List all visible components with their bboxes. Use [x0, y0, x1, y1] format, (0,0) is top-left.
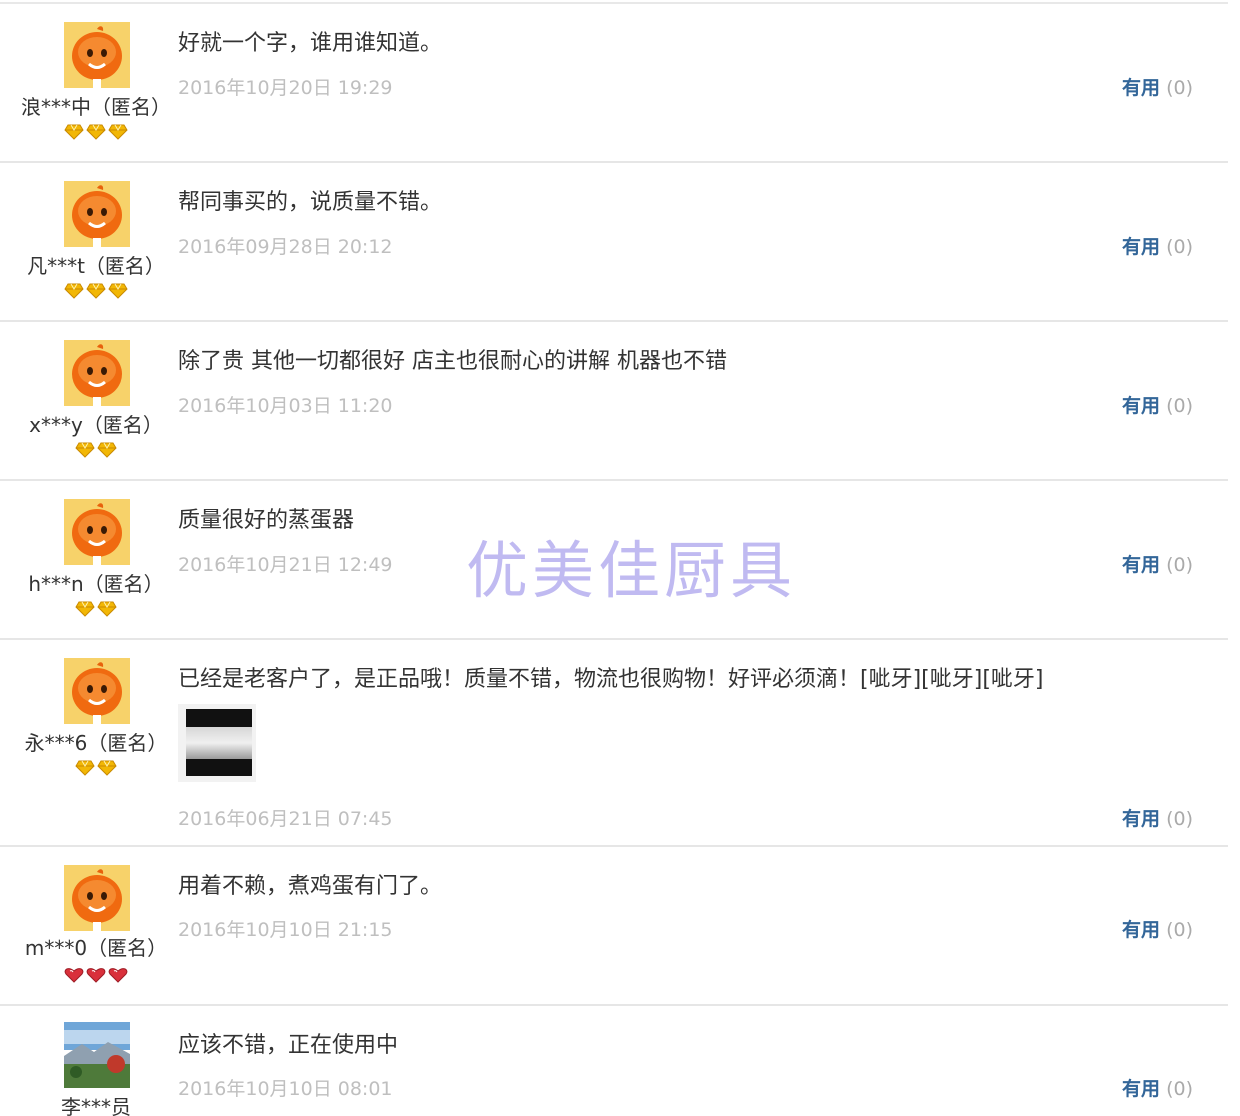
review-text: 帮同事买的，说质量不错。: [178, 190, 443, 215]
useful-count: (0): [1166, 808, 1193, 830]
review-item: x***y（匿名） 除了贵 其他一切都很好 店主也很耐心的讲解 机器也不错 20…: [0, 322, 1228, 481]
gold-diamond-icon: [75, 601, 95, 619]
review-item: 永***6（匿名） 已经是老客户了，是正品哦！质量不错，物流也很购物！好评必须滴…: [0, 640, 1228, 847]
useful-label[interactable]: 有用: [1122, 395, 1160, 417]
useful-count: (0): [1166, 236, 1193, 258]
review-text: 用着不赖，煮鸡蛋有门了。: [178, 874, 443, 899]
useful-count: (0): [1166, 77, 1193, 99]
review-text: 应该不错，正在使用中: [178, 1033, 399, 1058]
review-photo-thumbnail[interactable]: [178, 704, 256, 782]
orange-mascot-icon[interactable]: [64, 340, 130, 406]
orange-mascot-icon[interactable]: [64, 499, 130, 565]
review-text: 已经是老客户了，是正品哦！质量不错，物流也很购物！好评必须滴！[呲牙][呲牙][…: [178, 667, 1044, 692]
useful-label[interactable]: 有用: [1122, 1078, 1160, 1100]
gold-diamond-icon: [64, 124, 84, 142]
gold-diamond-icon: [108, 124, 128, 142]
red-heart-icon: [64, 967, 84, 985]
useful-button[interactable]: 有用 (0): [1122, 232, 1193, 259]
review-date: 2016年10月10日 08:01: [178, 1078, 393, 1100]
reviewer-name: 凡***t（匿名）: [27, 254, 165, 278]
review-item: 李***员 应该不错，正在使用中 2016年10月10日 08:01 有用 (0…: [0, 1006, 1228, 1116]
useful-label[interactable]: 有用: [1122, 236, 1160, 258]
review-date: 2016年09月28日 20:12: [178, 236, 393, 258]
red-heart-icon: [86, 967, 106, 985]
reviewer-name: 永***6（匿名）: [24, 731, 168, 755]
reviewer-level-badges: [0, 967, 192, 985]
review-text: 质量很好的蒸蛋器: [178, 508, 355, 533]
reviewer-name: m***0（匿名）: [24, 936, 168, 960]
orange-mascot-icon[interactable]: [64, 658, 130, 724]
reviewer-name: 李***员: [61, 1095, 131, 1116]
review-date: 2016年10月10日 21:15: [178, 919, 393, 941]
reviewer-name: h***n（匿名）: [28, 572, 164, 596]
reviewer-level-badges: [0, 601, 192, 619]
gold-diamond-icon: [97, 601, 117, 619]
useful-label[interactable]: 有用: [1122, 919, 1160, 941]
reviewer-level-badges: [0, 442, 192, 460]
watermark: 优美佳厨具: [466, 534, 797, 607]
useful-count: (0): [1166, 919, 1193, 941]
review-photo: [186, 709, 252, 776]
reviewer-level-badges: [0, 283, 192, 301]
review-item: 浪***中（匿名） 好就一个字，谁用谁知道。 2016年10月20日 19:29…: [0, 0, 1228, 163]
useful-button[interactable]: 有用 (0): [1122, 73, 1193, 100]
useful-count: (0): [1166, 554, 1193, 576]
useful-button[interactable]: 有用 (0): [1122, 391, 1193, 418]
gold-diamond-icon: [75, 760, 95, 778]
orange-mascot-icon[interactable]: [64, 181, 130, 247]
review-list: 浪***中（匿名） 好就一个字，谁用谁知道。 2016年10月20日 19:29…: [0, 0, 1240, 1116]
useful-button[interactable]: 有用 (0): [1122, 915, 1193, 942]
useful-label[interactable]: 有用: [1122, 808, 1160, 830]
useful-count: (0): [1166, 1078, 1193, 1100]
review-date: 2016年06月21日 07:45: [178, 808, 393, 830]
gold-diamond-icon: [108, 283, 128, 301]
gold-diamond-icon: [86, 283, 106, 301]
reviewer-level-badges: [0, 124, 192, 142]
orange-mascot-icon[interactable]: [64, 865, 130, 931]
review-text: 好就一个字，谁用谁知道。: [178, 31, 443, 56]
gold-diamond-icon: [75, 442, 95, 460]
useful-label[interactable]: 有用: [1122, 554, 1160, 576]
reviewer-name: 浪***中（匿名）: [21, 95, 171, 119]
photo-content: [186, 727, 252, 759]
review-date: 2016年10月21日 12:49: [178, 554, 393, 576]
useful-label[interactable]: 有用: [1122, 77, 1160, 99]
useful-button[interactable]: 有用 (0): [1122, 804, 1193, 831]
review-date: 2016年10月20日 19:29: [178, 77, 393, 99]
review-date: 2016年10月03日 11:20: [178, 395, 393, 417]
gold-diamond-icon: [64, 283, 84, 301]
gold-diamond-icon: [86, 124, 106, 142]
review-item: m***0（匿名） 用着不赖，煮鸡蛋有门了。 2016年10月10日 21:15…: [0, 847, 1228, 1006]
useful-button[interactable]: 有用 (0): [1122, 550, 1193, 577]
red-heart-icon: [108, 967, 128, 985]
gold-diamond-icon: [97, 442, 117, 460]
useful-button[interactable]: 有用 (0): [1122, 1074, 1193, 1101]
landscape-photo-icon[interactable]: [64, 1022, 130, 1088]
review-text: 除了贵 其他一切都很好 店主也很耐心的讲解 机器也不错: [178, 349, 727, 374]
reviewer-name: x***y（匿名）: [29, 413, 163, 437]
useful-count: (0): [1166, 395, 1193, 417]
orange-mascot-icon[interactable]: [64, 22, 130, 88]
gold-diamond-icon: [97, 760, 117, 778]
review-item: 凡***t（匿名） 帮同事买的，说质量不错。 2016年09月28日 20:12…: [0, 163, 1228, 322]
reviewer-level-badges: [0, 760, 192, 778]
